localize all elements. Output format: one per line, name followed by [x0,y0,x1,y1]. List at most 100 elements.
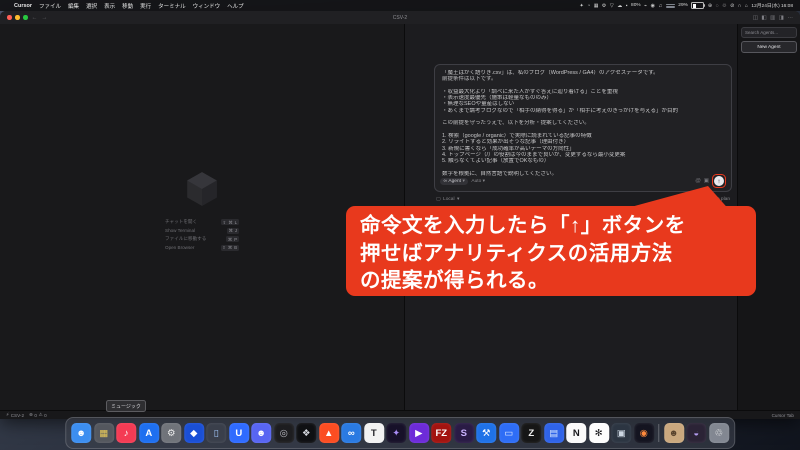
close-window-button[interactable] [7,15,12,20]
status-icon[interactable]: ☁ [617,3,622,9]
dock-icon-utility[interactable]: ◒ [686,423,707,443]
menu-item[interactable]: 編集 [68,2,79,10]
menu-item[interactable]: ファイル [39,2,61,10]
agent-mode-selector[interactable]: ∞ Agent ▾ [440,177,469,185]
shortcut-row[interactable]: Show Terminal ⌘ J [165,227,239,234]
app-glyph: Z [528,427,535,439]
model-selector[interactable]: Auto ▾ [471,179,485,184]
dock-icon-app-store[interactable]: A [138,423,159,443]
dock-icon-filezilla[interactable]: FZ [431,423,452,443]
shortcut-row[interactable]: ファイルに移動する ⌘ P [165,236,239,242]
status-icon[interactable]: ◌ [716,3,719,9]
active-app-name[interactable]: Cursor [14,3,32,9]
dock-icon-wallet[interactable]: ▤ [543,423,564,443]
stats-widget[interactable] [665,3,675,8]
status-icon[interactable]: ▪ [626,3,628,9]
dock-icon-launchpad[interactable]: ▦ [93,423,114,443]
status-icon[interactable]: ◔ [587,3,590,9]
back-icon[interactable]: ← [32,15,38,21]
layout-toggle-icon[interactable]: ◫ [753,15,758,21]
dock-icon-portrait-file[interactable]: ☻ [663,423,684,443]
dock-icon-cursor[interactable]: ❖ [296,423,317,443]
app-glyph: ▣ [616,427,626,439]
status-icon[interactable]: ⚙ [602,3,606,9]
shortcut-keys: ⌘ P [226,236,239,242]
shortcut-row[interactable]: チャットを開く ⇧ ⌘ L [165,219,239,225]
traffic-lights [7,15,28,20]
dock-icon-bitwarden[interactable]: ◆ [183,423,204,443]
menu-item[interactable]: ターミナル [158,2,186,10]
chat-input-box[interactable]: 「魔王はかく語りき.csv」は、私のブログ（WordPress / GA4）のア… [434,64,732,192]
status-icon[interactable]: ♫ [659,3,663,9]
search-agents-input[interactable]: Search Agents... [741,27,797,38]
dock-icon-record-app[interactable]: ◎ [273,423,294,443]
app-glyph: T [370,427,377,439]
minimize-window-button[interactable] [15,15,20,20]
dock-icon-music[interactable]: ♪ [116,423,137,443]
shortcut-row[interactable]: Open Browser ⇧ ⌘ B [165,244,239,251]
dock-icon-purple-tool[interactable]: ✦ [386,423,407,443]
menu-item[interactable]: ヘルプ [227,2,244,10]
zoom-window-button[interactable] [23,15,28,20]
problems-indicator[interactable]: ⊗ 0 ⚠ 0 [29,412,47,418]
dock-icon-screenshot-tool[interactable]: ▣ [611,423,632,443]
arrow-up-icon: ↑ [717,177,721,185]
dock-icon-iphone-mirroring[interactable]: ▯ [206,423,227,443]
dock-icon-chatgpt[interactable]: ✻ [588,423,609,443]
status-icon[interactable]: ▦ [594,3,599,9]
chevron-down-icon: ▾ [462,178,465,184]
dock-icon-system-settings[interactable]: ⚙ [161,423,182,443]
cursor-tab-status[interactable]: Cursor Tab [772,413,794,418]
attachment-icon[interactable]: ▣ [704,178,709,184]
menu-item[interactable]: 移動 [122,2,133,10]
new-agent-button[interactable]: New Agent [741,41,797,53]
menu-item[interactable]: 実行 [140,2,151,10]
attachment-icon[interactable]: @ [695,178,701,184]
dock-icon-brave[interactable]: ▲ [318,423,339,443]
send-button[interactable]: ↑ [714,176,724,186]
dock-icon-xcode[interactable]: ⚒ [476,423,497,443]
app-glyph: ◎ [279,427,288,439]
layout-toggle-icon[interactable]: ▥ [770,15,775,21]
status-icon[interactable]: ♲ [722,3,726,9]
app-glyph: ▤ [549,427,559,439]
status-icon[interactable]: ⊕ [708,3,712,9]
status-icon[interactable]: ▽ [610,3,614,9]
dock-icon-zed[interactable]: Z [521,423,542,443]
app-glyph: ▦ [99,427,109,439]
battery-icon[interactable] [691,2,706,9]
status-icon[interactable]: ⌂ [745,3,748,9]
status-icon[interactable]: ⌁ [644,3,647,9]
dock-icon-trash[interactable]: ♲ [708,423,729,443]
dock-icon-notion[interactable]: N [566,423,587,443]
dock-icon-discord[interactable]: ☻ [251,423,272,443]
menu-item[interactable]: 選択 [86,2,97,10]
dock-icon-window-manager[interactable]: ▭ [498,423,519,443]
app-glyph: ▯ [213,427,219,439]
status-icon[interactable]: ✦ [579,3,583,9]
layout-toggle-icon[interactable]: ◧ [761,15,766,21]
menu-item[interactable]: ウィンドウ [193,2,221,10]
chevron-down-icon: ▾ [457,196,460,202]
status-icon[interactable]: ◉ [651,3,655,9]
menu-item[interactable]: 表示 [104,2,115,10]
dock-icon-photo-editor[interactable]: ◉ [633,423,654,443]
dock-icon-media-player[interactable]: ▶ [408,423,429,443]
warning-icon: ⚠ [38,412,43,417]
menu-bar-clock[interactable]: 12月24日(水) 16:08 [751,2,793,9]
environment-selector[interactable]: Local [443,197,454,202]
dock-icon-finder[interactable]: ☻ [71,423,92,443]
layout-toggle-icon[interactable]: ◨ [779,15,784,21]
layout-toggle-icon[interactable]: ⋯ [788,15,794,21]
editor-pane[interactable]: チャットを開く ⇧ ⌘ L Show Terminal ⌘ J ファイルに移動す… [0,24,405,411]
dock-icon-typora[interactable]: T [363,423,384,443]
window-title-bar: ← → CSV-2 ◫ ◧ ▥ ◨ ⋯ [0,11,800,25]
dock-icon-scrivener[interactable]: S [453,423,474,443]
send-button-highlight-ring: ↑ [712,174,726,188]
dock-icon-vscode[interactable]: ∞ [341,423,362,443]
dock-icon-ulysses[interactable]: U [228,423,249,443]
remote-indicator[interactable]: ⚡ CSV-2 [6,412,24,418]
status-icon[interactable]: ∩ [738,3,742,9]
forward-icon[interactable]: → [42,15,48,21]
status-icon[interactable]: ⊘ [730,3,734,9]
